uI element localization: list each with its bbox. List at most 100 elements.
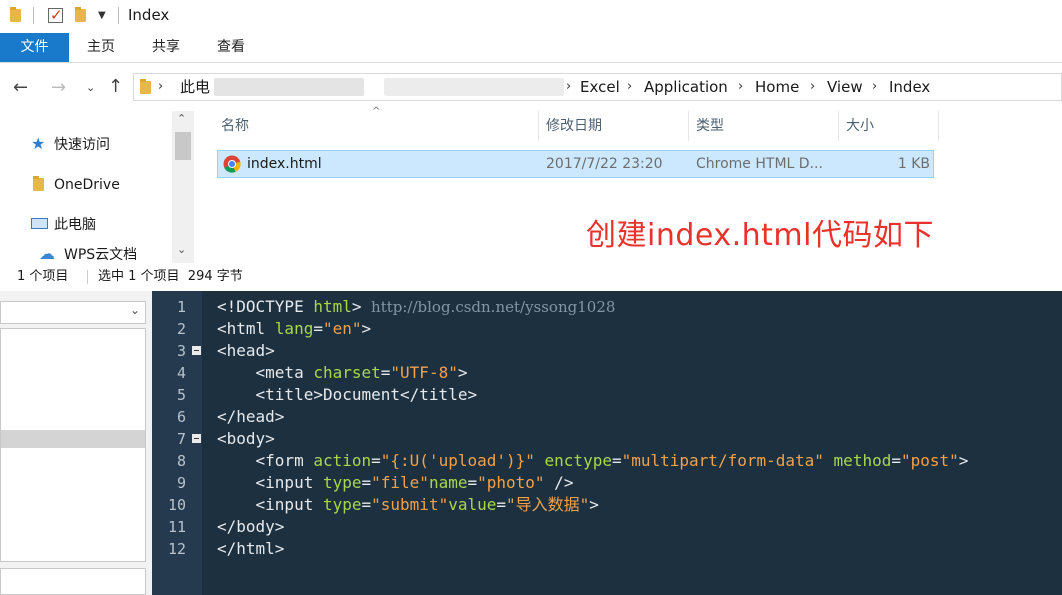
recent-locations-chevron-icon[interactable]: ⌄ [86, 79, 95, 97]
breadcrumb-excel[interactable]: Excel [580, 74, 620, 100]
code-line: <input type="file"name="photo" /> [217, 472, 574, 494]
forward-arrow-icon[interactable]: → [51, 79, 66, 97]
folder-icon[interactable] [10, 7, 21, 22]
fold-toggle-head[interactable] [192, 346, 201, 355]
computer-icon [31, 218, 48, 229]
nav-item-onedrive[interactable]: OneDrive [54, 174, 120, 196]
tab-home[interactable]: 主页 [73, 33, 129, 62]
tab-view[interactable]: 查看 [203, 33, 259, 62]
code-line: <body> [217, 428, 275, 450]
file-row[interactable]: index.html 2017/7/22 23:20 Chrome HTML D… [217, 150, 934, 178]
code-token: = [891, 451, 901, 470]
breadcrumb-index[interactable]: Index [889, 74, 930, 100]
code-line: <meta charset="UTF-8"> [217, 362, 468, 384]
code-token: <meta [255, 363, 314, 382]
code-token: value [448, 495, 497, 514]
chevron-down-icon: ⌄ [129, 303, 140, 317]
code-line: </head> [217, 406, 284, 428]
tab-file[interactable]: 文件 [0, 33, 69, 62]
breadcrumb-this-pc[interactable]: 此电 [180, 74, 210, 100]
code-token: "导入数据" [506, 495, 590, 514]
column-divider[interactable] [688, 111, 689, 141]
code-token: "UTF-8" [390, 363, 458, 382]
code-token: = [371, 451, 381, 470]
line-number: 2 [176, 320, 186, 338]
list-item-selected[interactable] [1, 430, 145, 448]
code-token: type [322, 495, 362, 514]
code-line: <head> [217, 340, 275, 362]
breadcrumb-separator: › [738, 79, 744, 94]
scroll-up-icon[interactable]: ⌃ [177, 112, 186, 125]
code-line: </body> [217, 516, 284, 538]
column-header-size[interactable]: 大小 [846, 111, 874, 141]
tab-share[interactable]: 共享 [138, 33, 194, 62]
code-token: = [313, 319, 323, 338]
code-token: <!DOCTYPE [217, 297, 314, 316]
breadcrumb-application[interactable]: Application [644, 74, 728, 100]
panel-footer-box [0, 568, 146, 595]
line-number: 6 [176, 408, 186, 426]
code-token: method [833, 451, 892, 470]
code-token: "submit" [371, 495, 449, 514]
code-line: <title>Document</title> [217, 384, 478, 406]
status-selection: 选中 1 个项目 294 字节 [98, 269, 243, 284]
window-title: Index [128, 6, 170, 24]
up-arrow-icon[interactable]: ↑ [108, 78, 123, 96]
back-arrow-icon[interactable]: ← [13, 79, 28, 97]
line-number: 5 [176, 386, 186, 404]
sort-ascending-icon: ^ [372, 106, 381, 117]
code-line: <input type="submit"value="导入数据"> [217, 494, 599, 516]
code-token: > [457, 363, 468, 382]
code-token: name [428, 473, 468, 492]
line-number: 10 [167, 496, 186, 514]
column-divider[interactable] [938, 111, 939, 141]
panel-list[interactable] [0, 328, 146, 562]
panel-dropdown[interactable]: ⌄ [0, 301, 146, 324]
title-bar: ✓ ▼ Index [0, 0, 1062, 33]
divider [33, 7, 34, 24]
properties-icon[interactable]: ✓ [48, 6, 63, 24]
annotation-text: 创建index.html代码如下 [586, 218, 934, 253]
code-token: enctype [544, 451, 612, 470]
status-item-count: 1 个项目 [17, 269, 69, 284]
line-number: 4 [176, 364, 186, 382]
breadcrumb-separator: › [627, 79, 633, 94]
breadcrumb-home[interactable]: Home [755, 74, 799, 100]
code-token: </head> [217, 407, 285, 426]
code-line: <!DOCTYPE html> http://blog.csdn.net/yss… [217, 296, 615, 318]
line-number: 3 [176, 342, 186, 360]
code-token: charset [313, 363, 381, 382]
divider [87, 270, 88, 284]
folder-icon [33, 176, 44, 191]
code-token: "en" [322, 319, 362, 338]
code-token: "photo" [477, 473, 545, 492]
column-divider[interactable] [838, 111, 839, 141]
watermark-text: http://blog.csdn.net/yssong1028 [361, 298, 616, 316]
new-folder-icon[interactable] [75, 7, 86, 22]
address-bar[interactable]: › 此电 › Excel › Application › Home › View… [133, 73, 1062, 101]
code-token: "{:U('upload')}" [380, 451, 535, 470]
line-number: 12 [167, 540, 186, 558]
line-number: 1 [176, 298, 186, 316]
column-divider[interactable] [538, 111, 539, 141]
code-line: <html lang="en"> [217, 318, 371, 340]
code-token: <input [255, 473, 323, 492]
code-token: = [467, 473, 478, 492]
divider [118, 7, 119, 24]
code-token: > [361, 319, 372, 338]
column-header-type[interactable]: 类型 [696, 111, 724, 141]
column-header-date[interactable]: 修改日期 [546, 111, 602, 141]
column-header-name[interactable]: 名称 [221, 111, 249, 141]
fold-toggle-body[interactable] [192, 434, 201, 443]
nav-item-quick-access[interactable]: 快速访问 [54, 134, 110, 156]
nav-item-this-pc[interactable]: 此电脑 [54, 214, 96, 236]
code-line: <form action="{:U('upload')}" enctype="m… [217, 450, 969, 472]
file-name: index.html [247, 156, 322, 172]
nav-scrollbar-thumb[interactable] [175, 132, 191, 160]
code-token: > [351, 297, 362, 316]
file-type: Chrome HTML D... [696, 156, 823, 172]
customize-toolbar-dropdown-icon[interactable]: ▼ [98, 10, 106, 21]
breadcrumb-view[interactable]: View [827, 74, 863, 100]
scroll-down-icon[interactable]: ⌄ [177, 243, 186, 256]
